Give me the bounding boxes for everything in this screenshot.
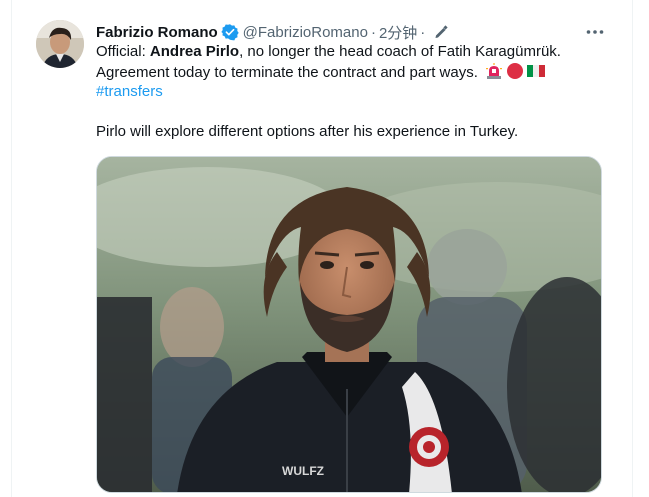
more-options-button[interactable] bbox=[584, 22, 606, 42]
highlighted-name: Andrea Pirlo bbox=[149, 43, 240, 60]
text-line2: Agreement today to terminate the contrac… bbox=[96, 64, 478, 81]
text-paragraph2: Pirlo will explore different options aft… bbox=[96, 123, 519, 140]
tweet-header: Fabrizio Romano @FabrizioRomano · 2分钟 · bbox=[96, 20, 449, 44]
italy-flag-emoji bbox=[527, 62, 546, 86]
siren-emoji bbox=[485, 62, 503, 86]
author-handle[interactable]: @FabrizioRomano bbox=[243, 24, 368, 41]
separator-dot: · bbox=[370, 23, 376, 41]
red-circle-emoji bbox=[506, 62, 524, 86]
hashtag-link[interactable]: #transfers bbox=[96, 83, 163, 100]
right-border bbox=[632, 0, 633, 497]
tweet-photo[interactable]: WULFZ bbox=[96, 156, 602, 493]
timestamp[interactable]: 2分钟 bbox=[379, 22, 417, 43]
edit-icon[interactable] bbox=[433, 24, 449, 40]
author-name[interactable]: Fabrizio Romano bbox=[96, 24, 218, 41]
text-prefix: Official: bbox=[96, 43, 150, 60]
tweet-text: Official: Andrea Pirlo, no longer the he… bbox=[96, 42, 616, 142]
jacket-brand-text: WULFZ bbox=[282, 464, 324, 478]
left-border bbox=[0, 0, 12, 497]
separator-dot: · bbox=[420, 23, 426, 41]
more-icon bbox=[586, 30, 604, 34]
avatar[interactable] bbox=[36, 20, 84, 68]
verified-badge-icon bbox=[220, 23, 239, 41]
text-line1: , no longer the head coach of Fatih Kara… bbox=[239, 43, 561, 60]
